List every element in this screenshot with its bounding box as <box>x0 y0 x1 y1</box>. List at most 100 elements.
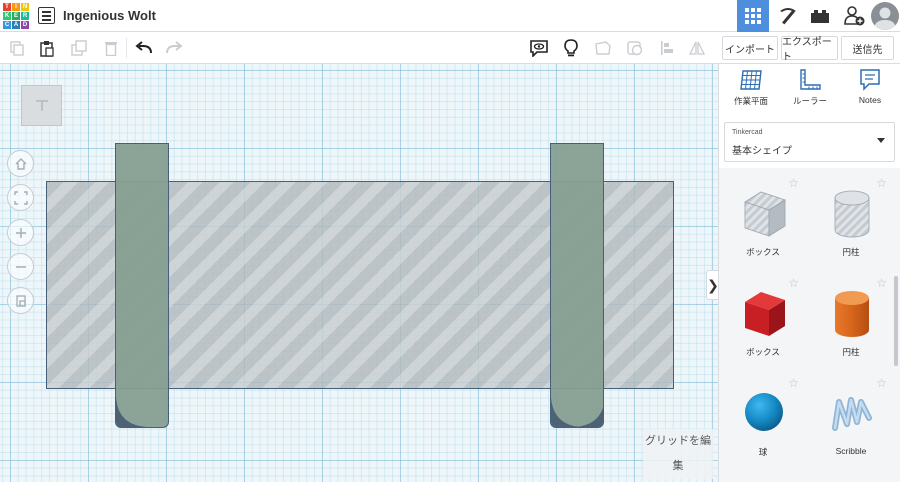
workplane-canvas[interactable]: グリッドを編 集 <box>0 64 718 482</box>
workplane-tool-label: 作業平面 <box>733 96 768 106</box>
add-user-button[interactable] <box>838 0 870 32</box>
perspective-toggle-button[interactable] <box>7 287 34 314</box>
edit-grid-button[interactable]: グリッドを編 集 <box>643 429 713 479</box>
library-category: Tinkercad <box>732 129 763 136</box>
notes-icon <box>860 69 880 91</box>
shape-cylinder-hole[interactable]: ☆ 円柱 <box>813 174 889 270</box>
lightbulb-icon <box>564 39 578 57</box>
blocks-view-button[interactable] <box>772 0 804 32</box>
notes-visibility-button[interactable] <box>528 38 550 58</box>
home-view-button[interactable] <box>7 150 34 177</box>
redo-icon <box>166 41 183 54</box>
bricks-view-button[interactable] <box>804 0 836 32</box>
scribble-icon <box>832 397 872 431</box>
logo-letter: K <box>3 12 11 20</box>
chevron-down-icon <box>877 138 885 143</box>
export-button[interactable]: エクスポート <box>781 36 838 63</box>
lightbulb-button[interactable] <box>560 38 582 58</box>
design-list-icon[interactable] <box>38 7 55 24</box>
shape-cylinder[interactable]: ☆ 円柱 <box>813 274 889 370</box>
zoom-out-icon <box>15 265 26 268</box>
zoom-in-button[interactable] <box>7 219 34 246</box>
favorite-star-icon[interactable]: ☆ <box>876 176 887 190</box>
box-hole-icon <box>744 191 786 237</box>
top-header: TIN KER CAD Ingenious Wolt <box>0 0 900 32</box>
3d-design-view-icon <box>745 8 761 24</box>
duplicate-icon <box>70 40 87 56</box>
shape-sphere[interactable]: ☆ 球 <box>725 374 801 470</box>
logo-letter: N <box>21 3 29 11</box>
right-post-shape[interactable] <box>550 143 604 428</box>
shape-label: 円柱 <box>842 247 860 257</box>
cylinder-hole-icon <box>834 190 870 238</box>
tinkercad-logo[interactable]: TIN KER CAD <box>3 3 29 29</box>
delete-button[interactable] <box>100 38 122 58</box>
shape-box-hole[interactable]: ☆ ボックス <box>725 174 801 270</box>
trash-icon <box>105 42 117 56</box>
copy-button[interactable] <box>6 38 28 58</box>
logo-letter: A <box>12 21 20 29</box>
fit-view-icon <box>13 190 28 205</box>
sphere-icon <box>745 393 783 431</box>
paste-button[interactable] <box>36 38 58 58</box>
undo-button[interactable] <box>133 38 155 58</box>
paste-icon <box>40 40 54 57</box>
zoom-out-button[interactable] <box>7 253 34 280</box>
favorite-star-icon[interactable]: ☆ <box>788 376 799 390</box>
fit-view-button[interactable] <box>7 184 34 211</box>
left-post-shape[interactable] <box>115 143 169 428</box>
logo-letter: D <box>21 21 29 29</box>
logo-letter: C <box>3 21 11 29</box>
user-avatar[interactable] <box>871 2 899 30</box>
ruler-tool-button[interactable]: ルーラー <box>781 68 839 120</box>
shape-hole-button[interactable] <box>624 38 646 58</box>
shape-hole-icon <box>627 41 643 56</box>
workplane-tool-button[interactable]: 作業平面 <box>722 68 780 120</box>
redo-button[interactable] <box>163 38 185 58</box>
send-to-button[interactable]: 送信先 <box>841 36 894 60</box>
perspective-icon <box>15 294 26 307</box>
ruler-icon <box>800 69 821 90</box>
view-cube[interactable] <box>21 85 62 126</box>
cylinder-icon <box>835 291 869 337</box>
shape-solid-button[interactable] <box>592 38 614 58</box>
3d-design-view-button[interactable] <box>737 0 769 32</box>
shape-box[interactable]: ☆ ボックス <box>725 274 801 370</box>
shape-solid-icon <box>595 41 611 55</box>
shape-library: ☆ ボックス ☆ 円柱 ☆ ボックス ☆ 円柱 ☆ 球 ☆ Scribble <box>719 168 900 482</box>
add-user-icon <box>844 6 865 26</box>
import-button[interactable]: インポート <box>722 36 778 60</box>
logo-letter: I <box>12 3 20 11</box>
design-title[interactable]: Ingenious Wolt <box>63 8 156 23</box>
shape-label: 球 <box>758 447 768 457</box>
shape-library-scrollbar[interactable] <box>894 276 898 366</box>
shape-scribble[interactable]: ☆ Scribble <box>813 374 889 470</box>
align-button[interactable] <box>656 38 678 58</box>
avatar-icon <box>874 7 896 30</box>
mirror-button[interactable] <box>686 38 708 58</box>
edit-grid-label-line1: グリッドを編 <box>645 435 711 447</box>
box-icon <box>745 292 785 336</box>
logo-letter: E <box>12 12 20 20</box>
edit-grid-label-line2: 集 <box>672 460 684 472</box>
left-post-foot-shading <box>116 397 146 427</box>
bricks-icon <box>811 10 829 23</box>
right-post-foot-shading <box>551 397 603 427</box>
favorite-star-icon[interactable]: ☆ <box>876 276 887 290</box>
favorite-star-icon[interactable]: ☆ <box>788 176 799 190</box>
favorite-star-icon[interactable]: ☆ <box>788 276 799 290</box>
logo-letter: T <box>3 3 11 11</box>
favorite-star-icon[interactable]: ☆ <box>876 376 887 390</box>
zoom-in-icon <box>15 227 26 238</box>
workplane-icon <box>740 70 762 90</box>
shape-library-dropdown[interactable]: Tinkercad 基本シェイプ <box>724 122 895 162</box>
duplicate-button[interactable] <box>68 38 90 58</box>
notes-visibility-icon <box>530 40 548 57</box>
mirror-icon <box>688 41 706 55</box>
undo-icon <box>135 41 152 54</box>
pickaxe-icon <box>780 8 796 25</box>
home-icon <box>15 157 26 170</box>
notes-tool-button[interactable]: Notes <box>841 68 899 120</box>
viewcube-top-face-icon <box>35 99 48 111</box>
shape-label: ボックス <box>746 347 780 357</box>
